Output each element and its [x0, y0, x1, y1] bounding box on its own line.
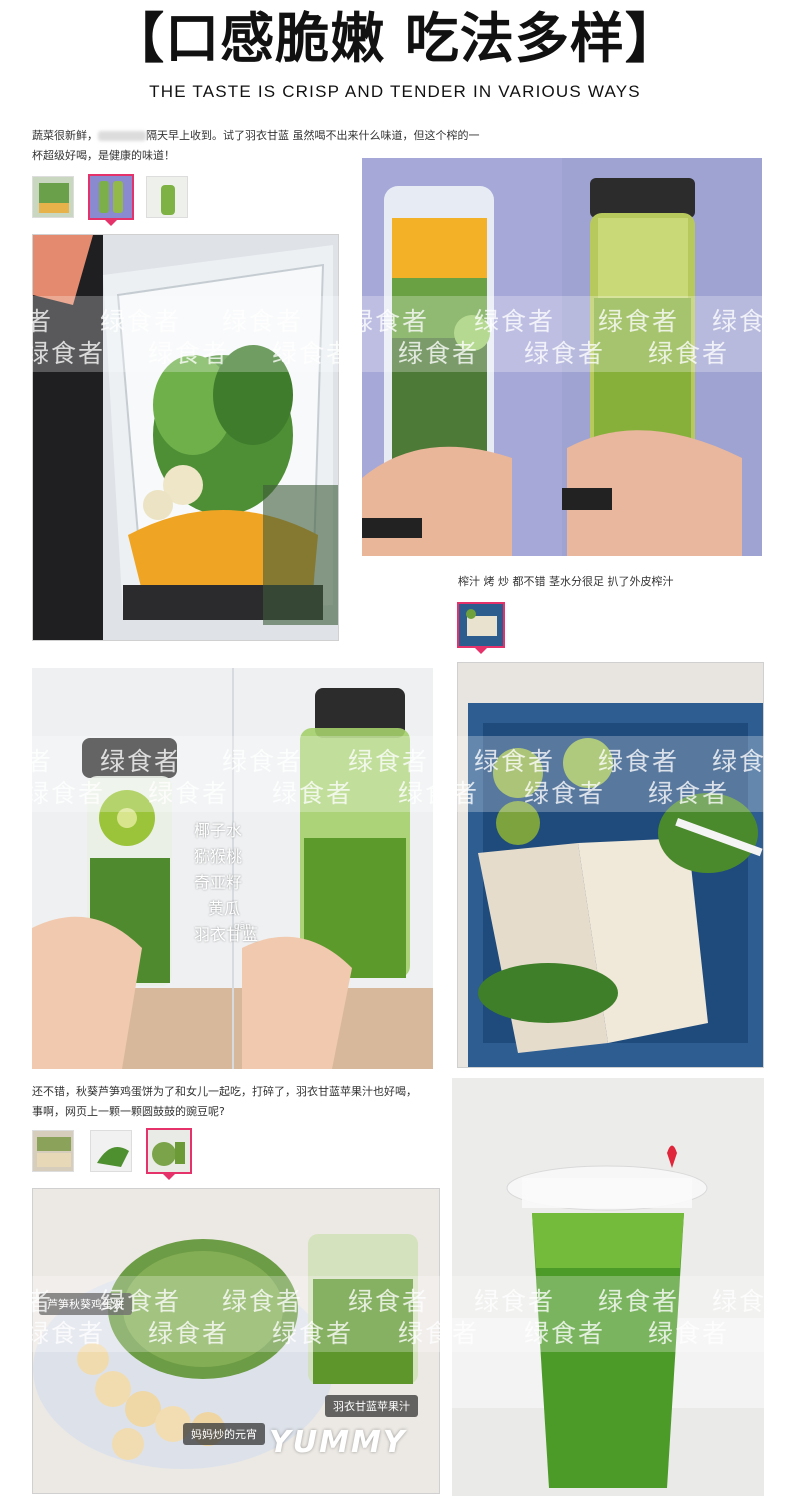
review-text-3a: 还不错，秋葵芦笋鸡蛋饼为了和女儿一起吃，打碎了，羽衣甘蓝苹果汁也好喝， [32, 1085, 417, 1098]
selected-caret [163, 1174, 175, 1180]
page-title: 【口感脆嫩 吃法多样】 [110, 7, 680, 70]
blurred-username [98, 131, 146, 141]
review-text-2: 榨汁 烤 炒 都不错 茎水分很足 扒了外皮榨汁 [458, 575, 674, 588]
review-thumbnail-selected[interactable] [457, 602, 505, 648]
review-text-1b: 隔天早上收到。试了羽衣甘蓝 虽然喝不出来什么味道，但这个榨的一 [146, 129, 480, 142]
pinyin-annotation: gān [234, 922, 251, 932]
photo-two-bottles [362, 158, 762, 556]
review-thumbnail[interactable] [146, 176, 188, 218]
yummy-sticker: YUMMY [269, 1425, 407, 1460]
selected-caret [105, 220, 117, 226]
selected-caret [475, 648, 487, 654]
juice-tag: 羽衣甘蓝苹果汁 [325, 1395, 418, 1417]
dessert-tag: 妈妈炒的元宵 [183, 1423, 265, 1445]
ingredient-kiwi: 猕猴桃 [194, 847, 243, 866]
pancake-tag: 芦笋秋葵鸡蛋饼 [39, 1293, 132, 1315]
review-text-1c: 杯超级好喝，是健康的味道！ [32, 149, 175, 162]
photo-juice-cup [452, 1078, 764, 1496]
ingredient-kale: gān 羽衣甘蓝 [194, 922, 258, 948]
photo-kiwi-smoothie: 椰子水 椰子水 猕猴桃 奇亚籽 黄瓜 gān羽衣甘蓝 [32, 668, 433, 1069]
review-thumbnail[interactable] [90, 1130, 132, 1172]
ingredient-coconut-water: 椰子水 [194, 821, 243, 840]
review-text-3: 还不错，秋葵芦笋鸡蛋饼为了和女儿一起吃，打碎了，羽衣甘蓝苹果汁也好喝， 事啊，网… [32, 1082, 452, 1122]
photo-lunch-box [457, 662, 764, 1068]
review-thumbnail[interactable] [32, 176, 74, 218]
ingredient-list: 椰子水 猕猴桃 奇亚籽 黄瓜 gān 羽衣甘蓝 [194, 818, 258, 948]
ingredient-chia: 奇亚籽 [194, 873, 243, 892]
review-thumbnail[interactable] [32, 1130, 74, 1172]
review-text-1a: 蔬菜很新鲜， [32, 129, 98, 142]
photo-blender-kale [32, 234, 339, 641]
review-thumbnail-selected[interactable] [146, 1128, 192, 1174]
review-thumbnail-selected[interactable] [88, 174, 134, 220]
photo-pancake-juice: 芦笋秋葵鸡蛋饼 羽衣甘蓝苹果汁 妈妈炒的元宵 YUMMY [32, 1188, 440, 1494]
page-subtitle: THE TASTE IS CRISP AND TENDER IN VARIOUS… [149, 82, 641, 101]
review-text-3b: 事啊，网页上一颗一颗圆鼓鼓的豌豆呢? [32, 1105, 225, 1118]
